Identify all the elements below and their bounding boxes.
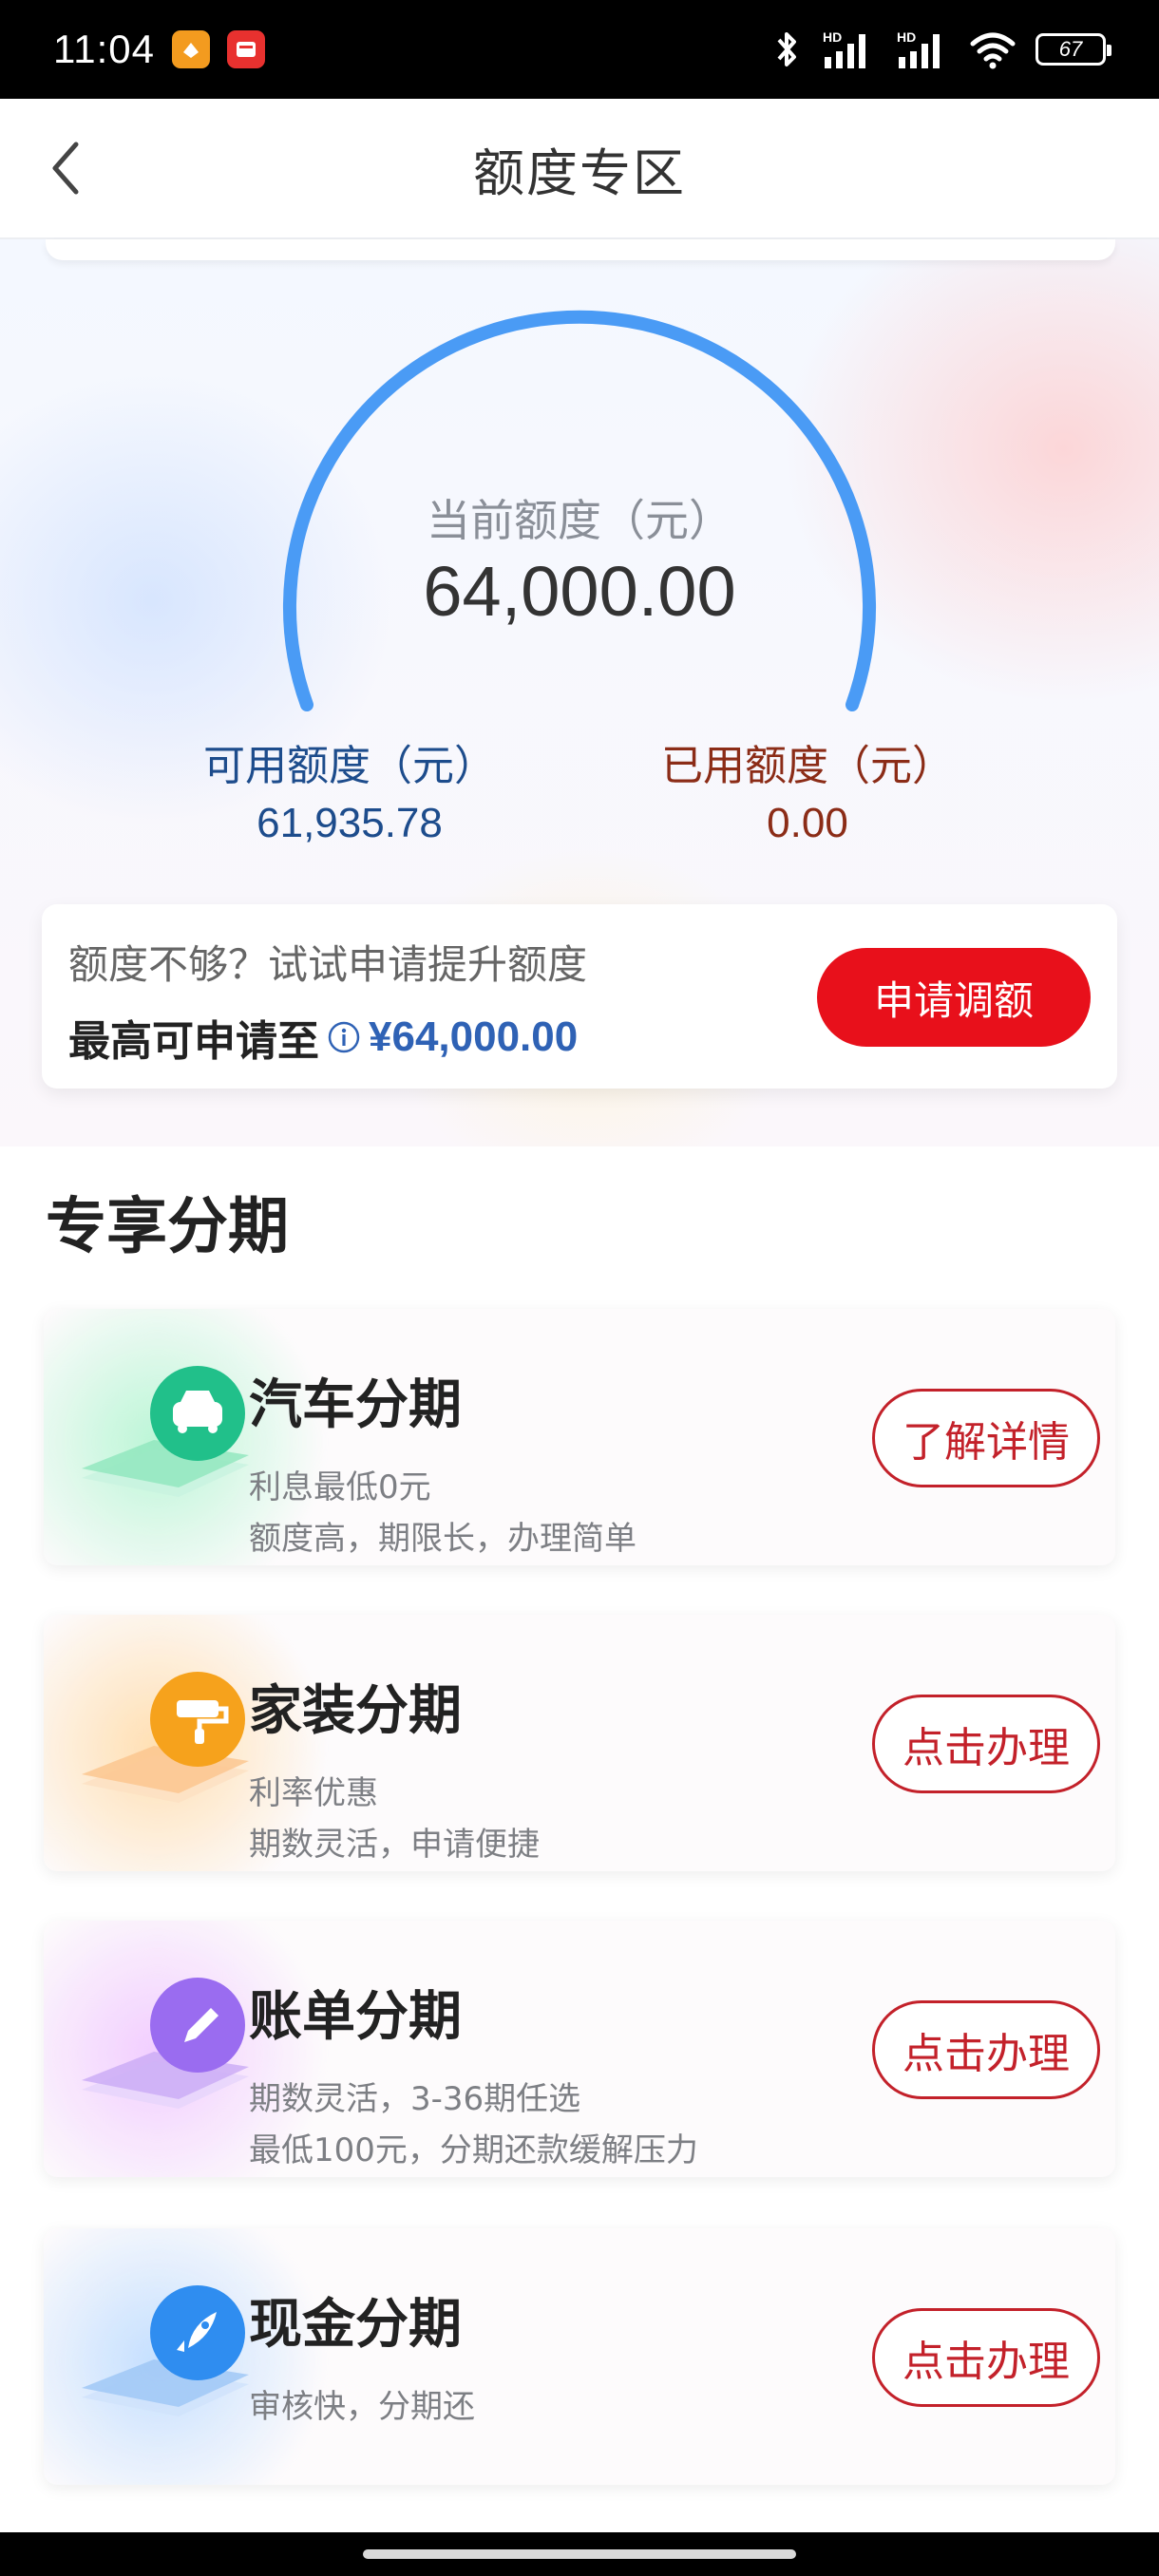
status-bar: 11:04 HD HD 67 (0, 0, 1159, 99)
learn-more-button[interactable]: 了解详情 (872, 1389, 1100, 1487)
rocket-icon (82, 2285, 249, 2416)
car-icon (82, 1366, 249, 1497)
available-quota-label: 可用额度（元） (203, 742, 496, 790)
current-quota-value: 64,000.00 (423, 552, 736, 631)
available-quota-value: 61,935.78 (256, 800, 443, 846)
plan-desc: 最低100元，分期还款缓解压力 (249, 2131, 698, 2169)
raise-max-label: 最高可申请至 (68, 1017, 319, 1066)
plan-desc: 利息最低0元 (249, 1468, 431, 1506)
nav-bar: 额度专区 (0, 99, 1159, 239)
plan-desc: 期数灵活，申请便捷 (249, 1826, 540, 1864)
raise-max-amount: ¥64,000.00 (369, 1013, 579, 1060)
signal-icon: HD (823, 29, 865, 68)
apply-now-button[interactable]: 点击办理 (872, 2000, 1100, 2099)
plan-desc: 期数灵活，3-36期任选 (249, 2080, 581, 2118)
apply-now-button[interactable]: 点击办理 (872, 2308, 1100, 2407)
svg-text:HD: HD (823, 29, 842, 45)
back-button[interactable] (42, 135, 99, 201)
apply-adjust-button[interactable]: 申请调额 (817, 948, 1091, 1047)
current-quota-label: 当前额度（元） (427, 495, 732, 546)
pencil-icon (82, 1978, 249, 2109)
plan-card-car: 汽车分期 利息最低0元 额度高，期限长，办理简单 了解详情 (44, 1309, 1115, 1565)
plan-card-home: 家装分期 利率优惠 期数灵活，申请便捷 点击办理 (44, 1615, 1115, 1871)
home-gesture-bar[interactable] (363, 2549, 796, 2559)
plan-desc: 利率优惠 (249, 1774, 378, 1812)
raise-max-line: 最高可申请至 ¥64,000.00 (68, 1007, 578, 1068)
plan-title: 现金分期 (249, 2294, 462, 2356)
signal-icon: HD (897, 29, 940, 68)
status-time: 11:04 (53, 27, 155, 71)
page-title: 额度专区 (473, 142, 686, 203)
plan-desc: 额度高，期限长，办理简单 (249, 1520, 636, 1558)
app-notification-icon (172, 30, 210, 68)
plan-title: 账单分期 (249, 1986, 462, 2048)
raise-quota-card: 额度不够？试试申请提升额度 最高可申请至 ¥64,000.00 申请调额 (42, 904, 1117, 1089)
svg-text:HD: HD (897, 29, 916, 45)
section-title: 专享分期 (46, 1192, 289, 1262)
available-quota: 可用额度（元） 61,935.78 (179, 731, 521, 847)
used-quota-value: 0.00 (767, 800, 848, 846)
bluetooth-icon (777, 32, 796, 66)
plan-title: 汽车分期 (249, 1374, 462, 1436)
battery-indicator: 67 (1036, 33, 1112, 66)
status-left: 11:04 (53, 27, 265, 72)
plan-desc: 审核快，分期还 (249, 2388, 475, 2426)
plan-card-cash: 现金分期 审核快，分期还 点击办理 (44, 2228, 1115, 2485)
app-notification-icon (227, 30, 265, 68)
wifi-icon (970, 32, 1016, 69)
used-quota-label: 已用额度（元） (661, 742, 954, 790)
plan-card-bill: 账单分期 期数灵活，3-36期任选 最低100元，分期还款缓解压力 点击办理 (44, 1921, 1115, 2177)
chevron-left-icon (52, 142, 79, 195)
raise-hint: 额度不够？试试申请提升额度 (68, 941, 588, 988)
apply-now-button[interactable]: 点击办理 (872, 1695, 1100, 1793)
info-icon[interactable] (327, 1020, 361, 1054)
paint-roller-icon (82, 1672, 249, 1803)
used-quota: 已用额度（元） 0.00 (636, 731, 978, 847)
plan-title: 家装分期 (249, 1680, 462, 1742)
status-right: HD HD 67 (773, 28, 1112, 70)
